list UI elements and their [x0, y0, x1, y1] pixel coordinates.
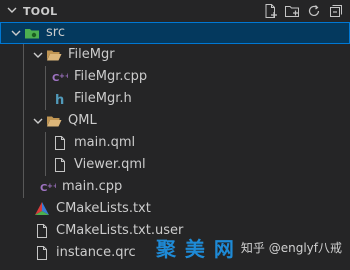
- indent-guide: [23, 154, 24, 176]
- explorer-actions: [262, 3, 344, 19]
- tree-item-label: FileMgr: [68, 47, 115, 62]
- chevron-down-icon[interactable]: [8, 22, 24, 44]
- file-icon: [52, 135, 68, 151]
- tree-item-filemgr[interactable]: FileMgr: [0, 44, 350, 66]
- indent-guide: [23, 66, 24, 88]
- refresh-icon[interactable]: [306, 3, 322, 19]
- cpp-file-icon: C ++: [40, 179, 56, 195]
- cpp-file-icon: C ++: [52, 69, 68, 85]
- file-icon: [34, 223, 50, 239]
- section-title: TOOL: [23, 4, 58, 18]
- folder-open-icon: [46, 47, 62, 63]
- indent-guide: [23, 44, 24, 66]
- collapse-all-icon[interactable]: [328, 3, 344, 19]
- file-icon: [34, 245, 50, 261]
- tree-item-label: CMakeLists.txt: [56, 201, 151, 216]
- file-icon: [52, 157, 68, 173]
- tree-item-label: instance.qrc: [56, 245, 136, 260]
- header-file-icon: h: [52, 91, 68, 107]
- new-file-icon[interactable]: [262, 3, 278, 19]
- new-folder-icon[interactable]: [284, 3, 300, 19]
- tree-item-label: main.qml: [74, 135, 136, 150]
- tree-item-label: Viewer.qml: [74, 157, 146, 172]
- folder-open-icon: [46, 113, 62, 129]
- file-tree: src FileMgr C++ FileMgr.cpp h FileMgr.h: [0, 22, 350, 264]
- indent-guide: [45, 88, 46, 110]
- indent-guide: [23, 132, 24, 154]
- chevron-down-icon[interactable]: [30, 44, 46, 66]
- chevron-down-icon[interactable]: [30, 110, 46, 132]
- tree-item-main-qml[interactable]: main.qml: [0, 132, 350, 154]
- tree-item-viewer-qml[interactable]: Viewer.qml: [0, 154, 350, 176]
- tree-item-label: FileMgr.h: [74, 91, 132, 106]
- svg-text:++: ++: [47, 182, 56, 190]
- cmake-icon: [34, 201, 50, 217]
- tree-item-filemgr-cpp[interactable]: C ++ FileMgr.cpp: [0, 66, 350, 88]
- tree-item-label: src: [46, 25, 65, 40]
- watermark: 聚 美 网 知乎 @englyf八戒: [156, 233, 342, 262]
- src-folder-icon: [24, 25, 40, 41]
- svg-text:++: ++: [59, 72, 68, 80]
- indent-guide: [45, 154, 46, 176]
- indent-guide: [45, 66, 46, 88]
- svg-text:h: h: [55, 93, 64, 107]
- watermark-text: 知乎 @englyf八戒: [240, 241, 342, 255]
- tree-item-qml[interactable]: QML: [0, 110, 350, 132]
- tree-item-label: FileMgr.cpp: [74, 69, 148, 84]
- chevron-down-icon[interactable]: [7, 5, 17, 18]
- tree-item-cmakelists[interactable]: CMakeLists.txt: [0, 198, 350, 220]
- indent-guide: [23, 176, 24, 198]
- indent-guide: [23, 110, 24, 132]
- indent-guide: [45, 132, 46, 154]
- tree-item-src[interactable]: src: [0, 22, 350, 44]
- tree-item-label: QML: [68, 113, 97, 128]
- indent-guide: [23, 88, 24, 110]
- tree-item-main-cpp[interactable]: C ++ main.cpp: [0, 176, 350, 198]
- watermark-logo: 聚 美 网: [155, 237, 235, 261]
- tree-item-filemgr-h[interactable]: h FileMgr.h: [0, 88, 350, 110]
- tree-item-label: main.cpp: [62, 179, 123, 194]
